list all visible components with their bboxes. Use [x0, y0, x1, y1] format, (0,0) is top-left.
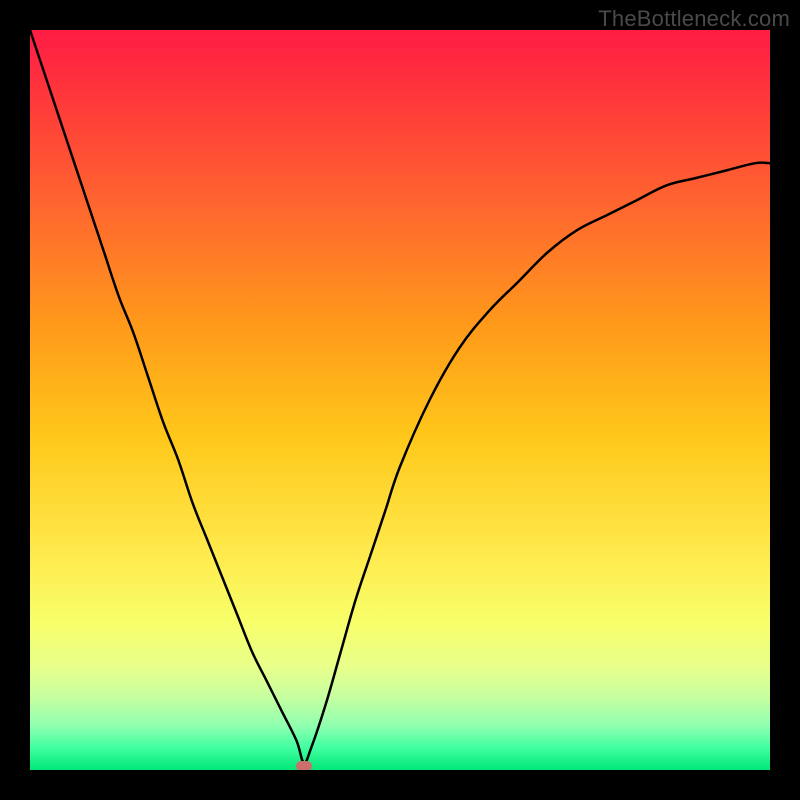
- min-point-marker: [296, 761, 312, 770]
- chart-area: [30, 30, 770, 770]
- chart-curve: [30, 30, 770, 770]
- watermark-text: TheBottleneck.com: [598, 6, 790, 32]
